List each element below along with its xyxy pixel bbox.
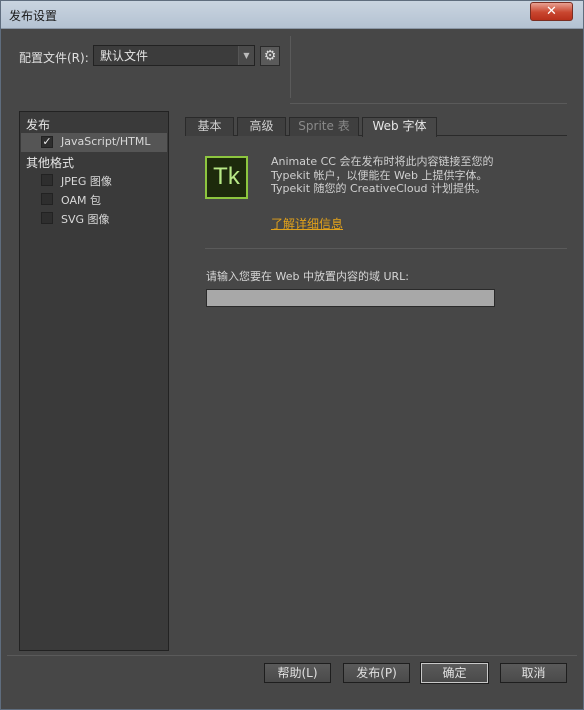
target-list-panel: 发布 ✓ JavaScript/HTML 其他格式 JPEG 图像 OAM 包 …: [19, 111, 169, 651]
domain-url-input[interactable]: [206, 289, 495, 307]
profile-options-button[interactable]: ⚙: [260, 46, 280, 66]
other-formats-heading: 其他格式: [26, 156, 75, 170]
check-icon: ✓: [42, 135, 52, 148]
tab-advanced[interactable]: 高级: [237, 117, 286, 136]
publish-settings-dialog: 发布设置 ✕ 配置文件(R): 默认文件 ▼ ⚙ 发布 ✓ JavaScript…: [0, 0, 584, 710]
learn-more-link[interactable]: 了解详细信息: [271, 215, 343, 232]
ok-button[interactable]: 确定: [420, 662, 489, 684]
window-title: 发布设置: [9, 9, 58, 23]
publish-heading: 发布: [26, 118, 51, 132]
help-button[interactable]: 帮助(L): [264, 663, 331, 683]
profile-select[interactable]: 默认文件 ▼: [93, 45, 255, 66]
close-button[interactable]: ✕: [530, 2, 573, 21]
header-vertical-divider: [290, 36, 291, 98]
target-item-javascript-html[interactable]: ✓ JavaScript/HTML: [21, 133, 167, 152]
header-horizontal-divider: [290, 103, 567, 104]
profile-select-value: 默认文件: [100, 49, 149, 63]
target-item-label: OAM 包: [61, 194, 101, 207]
gear-icon: ⚙: [263, 48, 277, 64]
checkbox-oam[interactable]: [41, 193, 53, 205]
target-item-jpeg[interactable]: JPEG 图像: [21, 171, 167, 190]
target-item-svg[interactable]: SVG 图像: [21, 209, 167, 228]
domain-url-label: 请输入您要在 Web 中放置内容的域 URL:: [206, 270, 409, 283]
target-item-oam[interactable]: OAM 包: [21, 190, 167, 209]
checkbox-javascript-html[interactable]: ✓: [41, 136, 53, 148]
tab-sprite-sheet[interactable]: Sprite 表: [289, 117, 359, 136]
target-item-label: JPEG 图像: [61, 175, 112, 188]
typekit-description: Animate CC 会在发布时将此内容链接至您的 Typekit 帐户，以便能…: [271, 155, 494, 195]
content-divider: [205, 248, 567, 249]
tab-basic[interactable]: 基本: [185, 117, 234, 136]
publish-button[interactable]: 发布(P): [343, 663, 410, 683]
checkbox-jpeg[interactable]: [41, 174, 53, 186]
settings-tabs: 基本 高级 Sprite 表 Web 字体: [185, 117, 567, 137]
title-bar[interactable]: 发布设置 ✕: [1, 1, 583, 29]
typekit-logo: Tk: [205, 156, 248, 199]
target-item-label: JavaScript/HTML: [61, 135, 151, 148]
cancel-button[interactable]: 取消: [500, 663, 567, 683]
footer-divider: [7, 655, 577, 656]
chevron-down-icon[interactable]: ▼: [238, 46, 254, 65]
dialog-body: 配置文件(R): 默认文件 ▼ ⚙ 发布 ✓ JavaScript/HTML 其…: [7, 30, 577, 705]
target-item-label: SVG 图像: [61, 213, 110, 226]
close-icon: ✕: [546, 4, 557, 19]
tab-web-fonts[interactable]: Web 字体: [362, 117, 437, 137]
checkbox-svg[interactable]: [41, 212, 53, 224]
profile-label: 配置文件(R):: [19, 51, 89, 65]
